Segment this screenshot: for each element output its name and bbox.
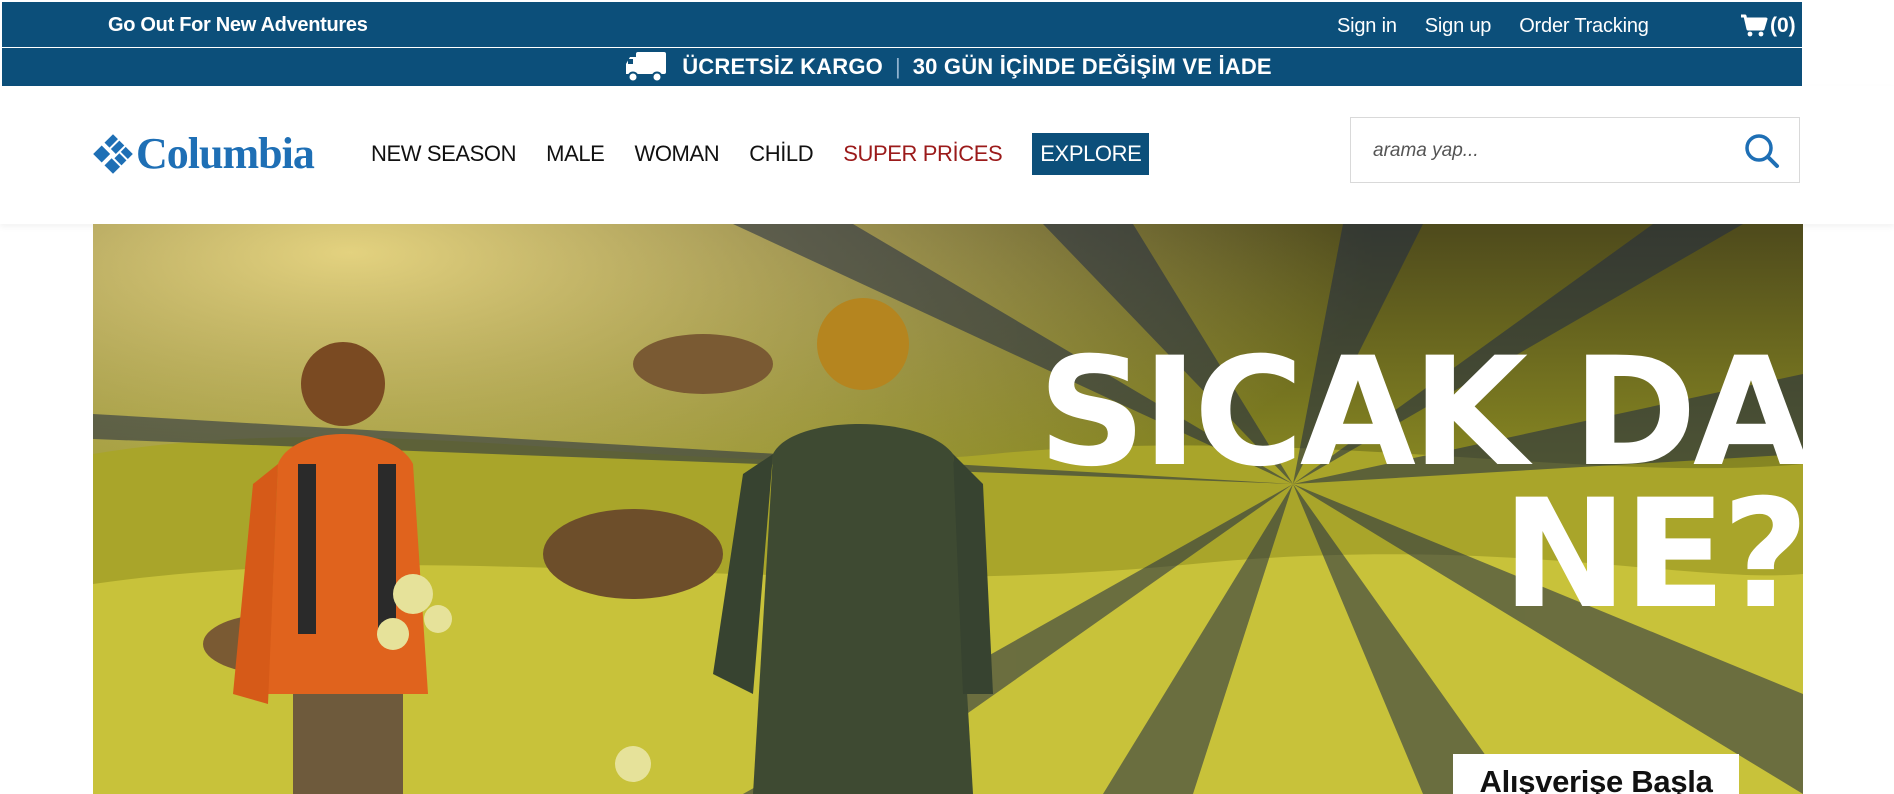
returns-text: 30 GÜN İÇİNDE DEĞİŞİM VE İADE — [912, 54, 1272, 79]
sign-in-link[interactable]: Sign in — [1337, 15, 1397, 38]
main-header: Columbia NEW SEASON MALE WOMAN CHİLD SUP… — [0, 86, 1894, 224]
truck-icon — [626, 52, 667, 83]
sign-up-link[interactable]: Sign up — [1425, 15, 1492, 38]
nav-child[interactable]: CHİLD — [749, 134, 813, 174]
order-tracking-link[interactable]: Order Tracking — [1519, 15, 1649, 38]
promo-bar: ÜCRETSİZ KARGO | 30 GÜN İÇİNDE DEĞİŞİM V… — [2, 48, 1802, 86]
nav-male[interactable]: MALE — [546, 134, 605, 174]
free-shipping-text: ÜCRETSİZ KARGO — [682, 54, 883, 79]
hero-title-line-1: SICAK DA — [1037, 326, 1803, 500]
hero-title: SICAK DA NE? — [1037, 326, 1803, 642]
search-icon — [1745, 134, 1779, 168]
search-input[interactable] — [1373, 136, 1733, 166]
search-box — [1350, 117, 1800, 183]
columbia-diamond-icon — [93, 133, 133, 174]
start-shopping-button[interactable]: Alışverişe Başla — [1453, 754, 1739, 794]
nav-super-prices[interactable]: SUPER PRİCES — [843, 134, 1002, 174]
cart-count: (0) — [1770, 14, 1796, 37]
hero-title-line-2: NE? — [1501, 468, 1803, 642]
cart-button[interactable]: (0) — [1740, 14, 1796, 38]
nav-new-season[interactable]: NEW SEASON — [371, 134, 517, 174]
columbia-logo[interactable]: Columbia — [92, 128, 315, 179]
account-links: Sign in Sign up Order Tracking — [1337, 15, 1677, 38]
promo-separator: | — [895, 54, 901, 79]
logo-text: Columbia — [136, 129, 315, 178]
tagline: Go Out For New Adventures — [108, 14, 368, 36]
nav-explore[interactable]: EXPLORE — [1032, 133, 1150, 175]
hero-banner[interactable]: SICAK DA NE? Alışverişe Başla — [93, 224, 1803, 794]
top-bar: Go Out For New Adventures Sign in Sign u… — [2, 2, 1802, 47]
search-button[interactable] — [1743, 132, 1781, 175]
cart-icon — [1741, 14, 1768, 37]
main-nav: NEW SEASON MALE WOMAN CHİLD SUPER PRİCES… — [371, 133, 1179, 175]
nav-woman[interactable]: WOMAN — [634, 134, 719, 174]
